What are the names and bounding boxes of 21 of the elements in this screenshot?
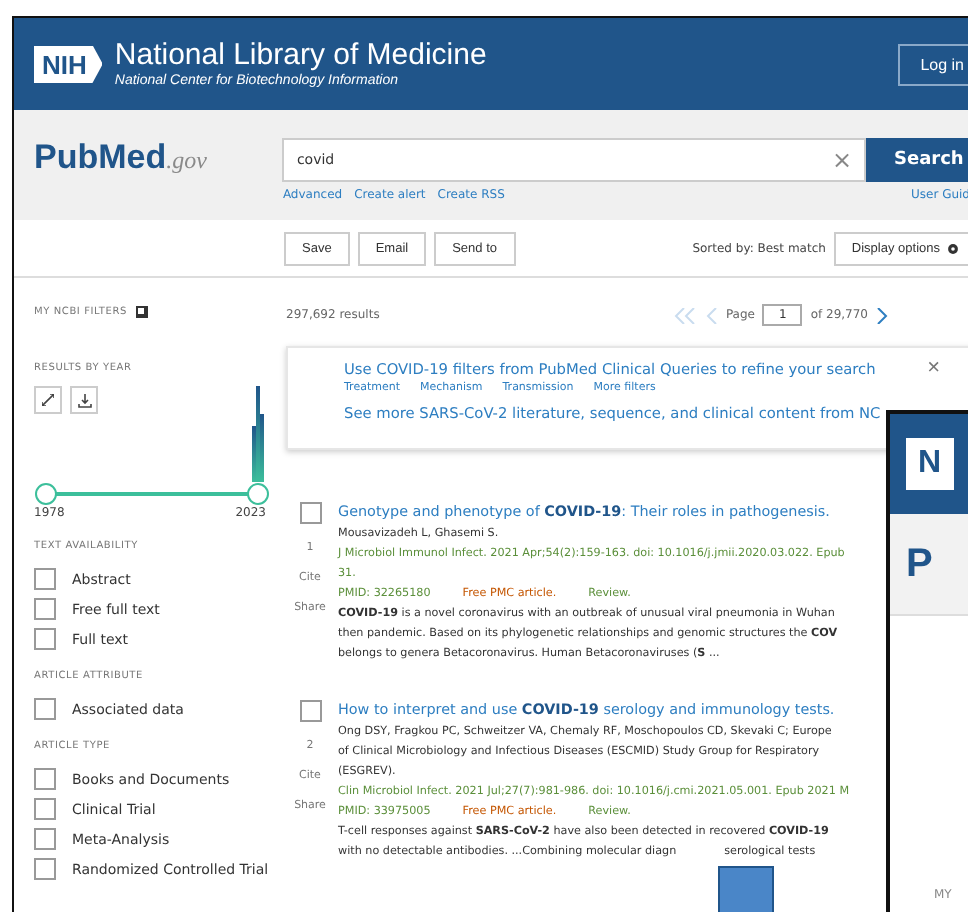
next-page-icon[interactable] (876, 307, 888, 323)
expand-icon (42, 394, 54, 406)
close-button[interactable]: × (927, 356, 940, 380)
result-checkbox[interactable] (299, 700, 321, 722)
expand-button[interactable] (34, 386, 62, 414)
login-button[interactable]: Log in (898, 43, 968, 85)
overlay-square (718, 866, 774, 912)
nih-logo: N (906, 438, 954, 490)
search-button[interactable]: Search (866, 138, 968, 182)
clear-icon[interactable]: × (831, 146, 852, 174)
pubmed-logo: P (906, 541, 933, 587)
download-button[interactable] (70, 386, 98, 414)
export-icon[interactable] (135, 306, 147, 318)
result-checkbox[interactable] (299, 502, 321, 524)
download-icon (77, 393, 91, 407)
year-range-slider[interactable] (34, 482, 274, 506)
nih-logo: NIH (34, 45, 103, 83)
pubmed-logo[interactable]: PubMed.gov (34, 138, 207, 178)
site-title: National Library of Medicine (114, 40, 489, 73)
year-histogram-drawing (252, 386, 264, 482)
gear-icon (946, 241, 960, 255)
